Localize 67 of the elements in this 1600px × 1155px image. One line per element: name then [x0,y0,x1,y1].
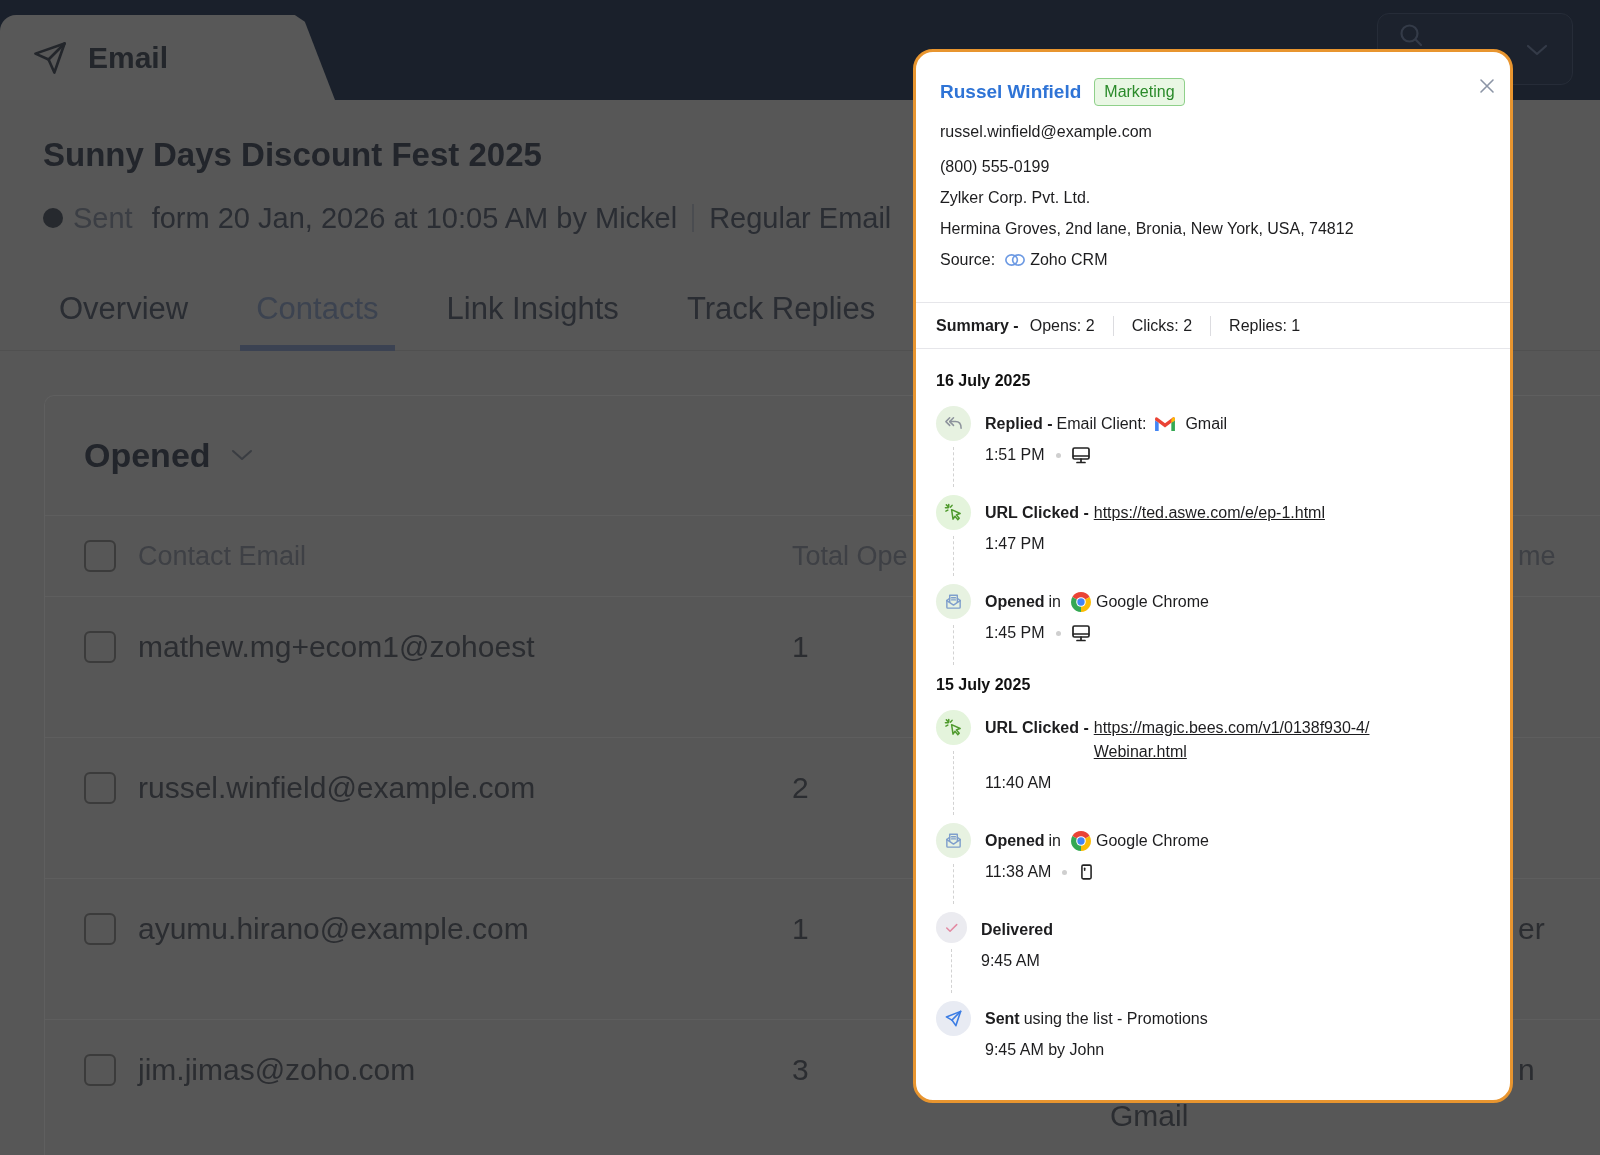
open-envelope-icon [936,823,971,858]
event-time: 9:45 AM by John [985,1040,1105,1060]
check-icon [936,912,967,943]
timeline-connector [953,864,954,904]
app-name: Gmail [1185,413,1228,434]
reply-all-icon [936,406,971,441]
source-name: Zoho CRM [1030,250,1108,270]
search-icon [1400,24,1422,46]
monitor-icon [1071,624,1090,642]
browser-app-icon [1071,591,1091,612]
event-text: Replied - Email Client: [985,413,1147,434]
event-text: Opened in [985,591,1061,612]
event-time: 11:40 AM [985,773,1052,793]
cursor-click-icon [936,710,971,745]
contact-email: russel.winfield@example.com [940,122,1153,142]
mail-app-icon [1155,416,1176,431]
contact-company: Zylker Corp. Pvt. Ltd. [940,188,1092,208]
browser-app-icon [1071,830,1091,851]
dot-icon [1062,869,1068,875]
event-text: Sent using the list - Promotions [985,1008,1208,1029]
event-text: Opened in [985,830,1061,851]
summary-stat: Opens: 2 [1029,316,1095,335]
summary-stat: Replies: 1 [1229,316,1301,335]
dot-icon [1055,452,1061,458]
contact-phone: (800) 555-0199 [940,157,1051,177]
row-checkbox[interactable] [84,913,116,945]
source-label: Source: [940,250,996,270]
url-link[interactable]: https://magic.bees.com/v1/0138f930-4/Webinar.html [1093,715,1377,764]
phone-icon [1081,864,1093,880]
row-checkbox[interactable] [84,631,116,663]
cursor-click-icon [936,495,971,530]
event-text: URL Clicked - [985,502,1089,523]
date-heading: 15 July 2025 [936,675,1032,695]
timeline-connector [953,447,954,487]
chevron-down-icon [230,449,253,461]
timeline-connector [951,949,952,993]
event-time: 1:45 PM [985,623,1045,643]
summary-stat: Clicks: 2 [1131,316,1193,335]
contact-name[interactable]: Russel Winfield [940,81,1082,103]
event-time: 1:51 PM [985,445,1045,465]
event-time: 9:45 AM [981,951,1040,971]
event-time: 11:38 AM [985,862,1052,882]
app-name: Google Chrome [1096,830,1209,851]
event-text: Delivered [981,919,1054,940]
linked-rings-icon [1005,254,1026,266]
monitor-icon [1071,446,1090,464]
timeline-connector [953,751,954,815]
app-name: Google Chrome [1096,591,1209,612]
select-all-checkbox[interactable] [84,540,116,572]
event-time: 1:47 PM [985,534,1045,554]
timeline-connector [953,625,954,665]
paper-plane-icon [936,1001,971,1036]
url-link[interactable]: https://ted.aswe.com/e/ep-1.html [1093,500,1325,525]
event-text: URL Clicked - [985,717,1089,738]
close-icon[interactable] [1479,78,1495,94]
open-envelope-icon [936,584,971,619]
row-checkbox[interactable] [84,772,116,804]
date-heading: 16 July 2025 [936,371,1032,391]
dot-icon [1055,630,1061,636]
contact-tag: Marketing [1094,78,1185,106]
paper-plane-icon [34,41,66,74]
chevron-down-icon [1526,44,1548,56]
status-dot-icon [43,208,63,228]
timeline-connector [953,536,954,576]
contact-address: Hermina Groves, 2nd lane, Bronia, New York, USA, 74812 [940,219,1355,239]
row-checkbox[interactable] [84,1054,116,1086]
summary-label: Summary - [936,316,1019,335]
